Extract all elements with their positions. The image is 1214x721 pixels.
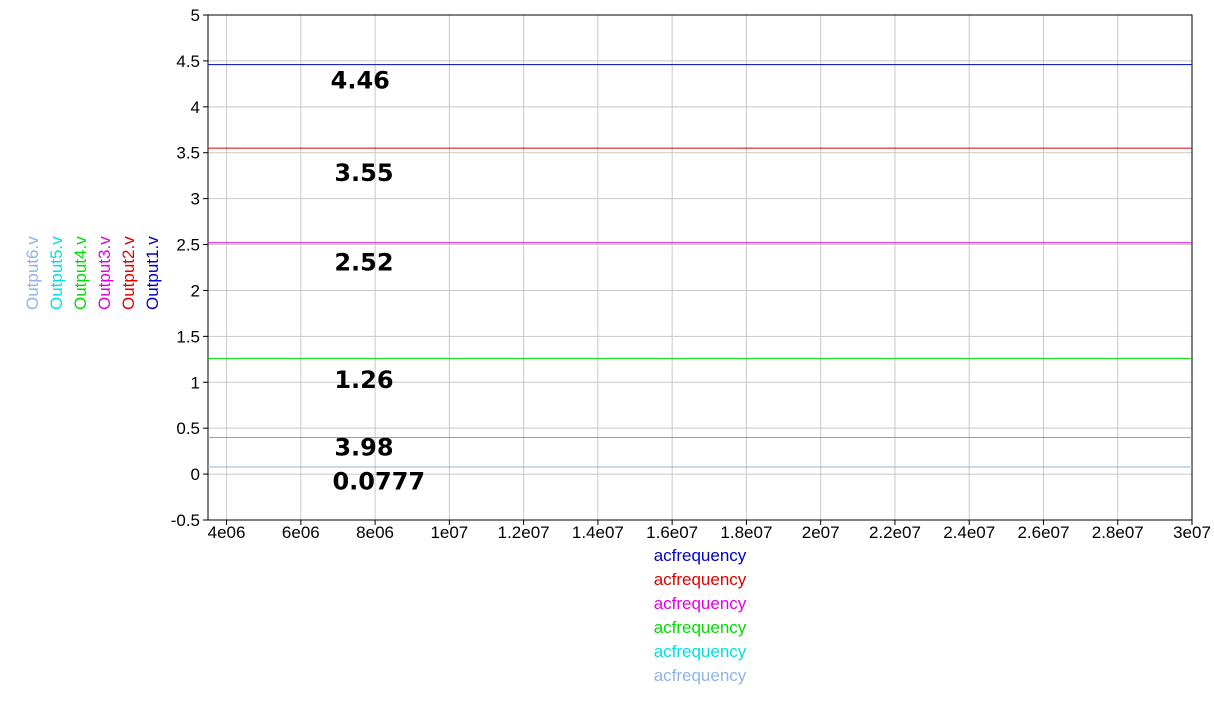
value-annotation: 3.98 bbox=[334, 434, 393, 462]
x-tick-label: 4e06 bbox=[208, 523, 246, 542]
y-tick-label: 1.5 bbox=[176, 327, 200, 346]
x-tick-label: 1.8e07 bbox=[720, 523, 772, 542]
x-tick-label: 2.6e07 bbox=[1017, 523, 1069, 542]
value-annotation: 3.55 bbox=[334, 159, 393, 187]
x-tick-label: 8e06 bbox=[356, 523, 394, 542]
y-tick-label: 2 bbox=[191, 281, 200, 300]
y-tick-label: -0.5 bbox=[171, 511, 200, 530]
value-annotation: 0.0777 bbox=[332, 468, 425, 496]
x-axis-label: acfrequency bbox=[654, 666, 747, 685]
chart: -0.5 0 0.5 1 1.5 2 2.5 3 3.5 4 4.5 5 4e06 6e06 8e06 1e0… bbox=[23, 6, 1211, 685]
x-axis-label: acfrequency bbox=[654, 618, 747, 637]
value-annotation: 1.26 bbox=[334, 366, 393, 394]
x-axis-label: acfrequency bbox=[654, 570, 747, 589]
x-axis-label: acfrequency bbox=[654, 546, 747, 565]
x-tick-label: 2.4e07 bbox=[943, 523, 995, 542]
x-tick-label: 2.2e07 bbox=[869, 523, 921, 542]
x-tick-label: 6e06 bbox=[282, 523, 320, 542]
y-axis-series-label: Output1.v bbox=[143, 236, 162, 310]
x-tick-label: 3e07 bbox=[1173, 523, 1211, 542]
value-annotation: 2.52 bbox=[334, 248, 393, 276]
x-axis-label: acfrequency bbox=[654, 642, 747, 661]
y-axis-series-label: Output2.v bbox=[119, 236, 138, 310]
y-axis-series-label: Output6.v bbox=[23, 236, 42, 310]
y-tick-label: 4 bbox=[191, 98, 200, 117]
y-axis-series-label: Output3.v bbox=[95, 236, 114, 310]
value-annotation: 4.46 bbox=[331, 66, 390, 94]
x-tick-label: 1.4e07 bbox=[572, 523, 624, 542]
y-tick-label: 5 bbox=[191, 6, 200, 25]
y-tick-label: 0.5 bbox=[176, 419, 200, 438]
y-axis-series-label: Output4.v bbox=[71, 236, 90, 310]
y-tick-label: 4.5 bbox=[176, 52, 200, 71]
x-tick-label: 1.2e07 bbox=[498, 523, 550, 542]
x-tick-label: 1.6e07 bbox=[646, 523, 698, 542]
x-axis-label: acfrequency bbox=[654, 594, 747, 613]
y-tick-label: 1 bbox=[191, 373, 200, 392]
y-axis-series-label: Output5.v bbox=[47, 236, 66, 310]
x-tick-label: 2e07 bbox=[802, 523, 840, 542]
y-tick-label: 3 bbox=[191, 190, 200, 209]
y-tick-label: 2.5 bbox=[176, 236, 200, 255]
y-tick-label: 0 bbox=[191, 465, 200, 484]
x-tick-label: 2.8e07 bbox=[1092, 523, 1144, 542]
x-tick-label: 1e07 bbox=[430, 523, 468, 542]
y-tick-label: 3.5 bbox=[176, 144, 200, 163]
